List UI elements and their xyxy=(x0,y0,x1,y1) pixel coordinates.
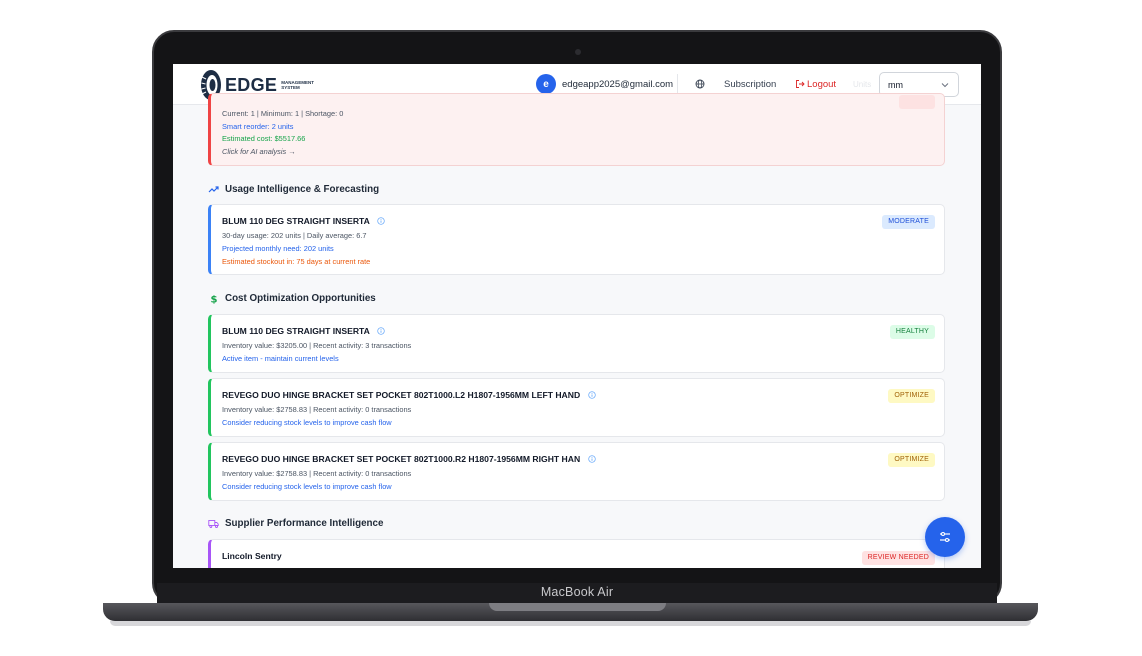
ai-analysis-link[interactable]: Click for AI analysis → xyxy=(222,147,296,156)
logout-icon[interactable] xyxy=(795,79,805,89)
reorder-alert-card[interactable]: Current: 1 | Minimum: 1 | Shortage: 0 Sm… xyxy=(208,93,945,166)
usage-section-title: Usage Intelligence & Forecasting xyxy=(208,184,379,195)
cost-card-1[interactable]: BLUM 110 DEG STRAIGHT INSERTA Inventory … xyxy=(208,314,945,373)
usage-item-name: BLUM 110 DEG STRAIGHT INSERTA xyxy=(222,216,370,226)
cost-section-label: Cost Optimization Opportunities xyxy=(225,293,376,304)
brand-subtitle: MANAGEMENT SYSTEM xyxy=(281,80,314,90)
usage-card[interactable]: BLUM 110 DEG STRAIGHT INSERTA 30-day usa… xyxy=(208,204,945,275)
cost-section-title: $ Cost Optimization Opportunities xyxy=(208,293,376,304)
usage-card-title: BLUM 110 DEG STRAIGHT INSERTA xyxy=(222,216,385,226)
supplier-section-label: Supplier Performance Intelligence xyxy=(225,518,384,529)
supplier-card[interactable]: Lincoln Sentry REVIEW NEEDED xyxy=(208,539,945,568)
inventory-value: Inventory value: $3205.00 | Recent activ… xyxy=(222,341,412,350)
projected-need: Projected monthly need: 202 units xyxy=(222,244,334,253)
stock-levels: Current: 1 | Minimum: 1 | Shortage: 0 xyxy=(222,109,344,118)
cost-card-title: REVEGO DUO HINGE BRACKET SET POCKET 802T… xyxy=(222,454,596,464)
cost-card-title: BLUM 110 DEG STRAIGHT INSERTA xyxy=(222,326,385,336)
laptop-shadow xyxy=(110,621,1031,626)
dollar-icon: $ xyxy=(211,295,218,305)
inventory-value: Inventory value: $2758.83 | Recent activ… xyxy=(222,405,412,414)
info-icon[interactable] xyxy=(587,391,596,399)
sliders-icon xyxy=(940,531,950,543)
chevron-down-icon xyxy=(941,83,949,88)
status-badge: REVIEW NEEDED xyxy=(861,551,935,565)
trending-up-icon xyxy=(208,186,219,193)
camera xyxy=(575,49,581,55)
alert-badge xyxy=(899,95,935,109)
recommendation: Consider reducing stock levels to improv… xyxy=(222,418,392,427)
app-screen: EDGE MANAGEMENT SYSTEM e edgeapp2025@gma… xyxy=(173,64,981,568)
cost-card-title: REVEGO DUO HINGE BRACKET SET POCKET 802T… xyxy=(222,390,596,400)
user-avatar[interactable]: e xyxy=(536,74,556,94)
cost-card-3[interactable]: REVEGO DUO HINGE BRACKET SET POCKET 802T… xyxy=(208,442,945,501)
status-badge: OPTIMIZE xyxy=(888,453,935,467)
status-badge: OPTIMIZE xyxy=(888,389,935,403)
svg-text:$: $ xyxy=(211,295,218,305)
info-icon[interactable] xyxy=(377,217,385,225)
subscription-link[interactable]: Subscription xyxy=(724,79,776,90)
cost-item-name: REVEGO DUO HINGE BRACKET SET POCKET 802T… xyxy=(222,454,581,464)
info-icon[interactable] xyxy=(377,327,385,335)
estimated-cost: Estimated cost: $5517.66 xyxy=(222,134,306,143)
cost-item-name: BLUM 110 DEG STRAIGHT INSERTA xyxy=(222,326,370,336)
laptop-notch xyxy=(489,603,666,611)
cost-card-2[interactable]: REVEGO DUO HINGE BRACKET SET POCKET 802T… xyxy=(208,378,945,437)
header-divider xyxy=(677,74,678,94)
info-icon[interactable] xyxy=(587,455,596,463)
recommendation: Active item - maintain current levels xyxy=(222,354,339,363)
usage-stats: 30-day usage: 202 units | Daily average:… xyxy=(222,231,367,240)
globe-icon[interactable] xyxy=(695,79,705,89)
logout-button[interactable]: Logout xyxy=(807,79,836,90)
unit-select-value: mm xyxy=(888,80,903,90)
recommendation: Consider reducing stock levels to improv… xyxy=(222,482,392,491)
status-badge: HEALTHY xyxy=(889,325,935,339)
device-label: MacBook Air xyxy=(540,585,614,599)
floating-action-button[interactable] xyxy=(925,517,965,557)
stockout-estimate: Estimated stockout in: 75 days at curren… xyxy=(222,257,371,266)
supplier-section-title: Supplier Performance Intelligence xyxy=(208,518,383,529)
unit-label: Units xyxy=(853,80,872,89)
smart-reorder: Smart reorder: 2 units xyxy=(222,122,294,131)
usage-section-label: Usage Intelligence & Forecasting xyxy=(225,184,380,195)
cost-item-name: REVEGO DUO HINGE BRACKET SET POCKET 802T… xyxy=(222,390,581,400)
inventory-value: Inventory value: $2758.83 | Recent activ… xyxy=(222,469,412,478)
truck-icon xyxy=(208,520,219,528)
user-email[interactable]: edgeapp2025@gmail.com xyxy=(562,79,673,90)
status-badge: MODERATE xyxy=(882,215,935,229)
supplier-name: Lincoln Sentry xyxy=(222,551,282,561)
